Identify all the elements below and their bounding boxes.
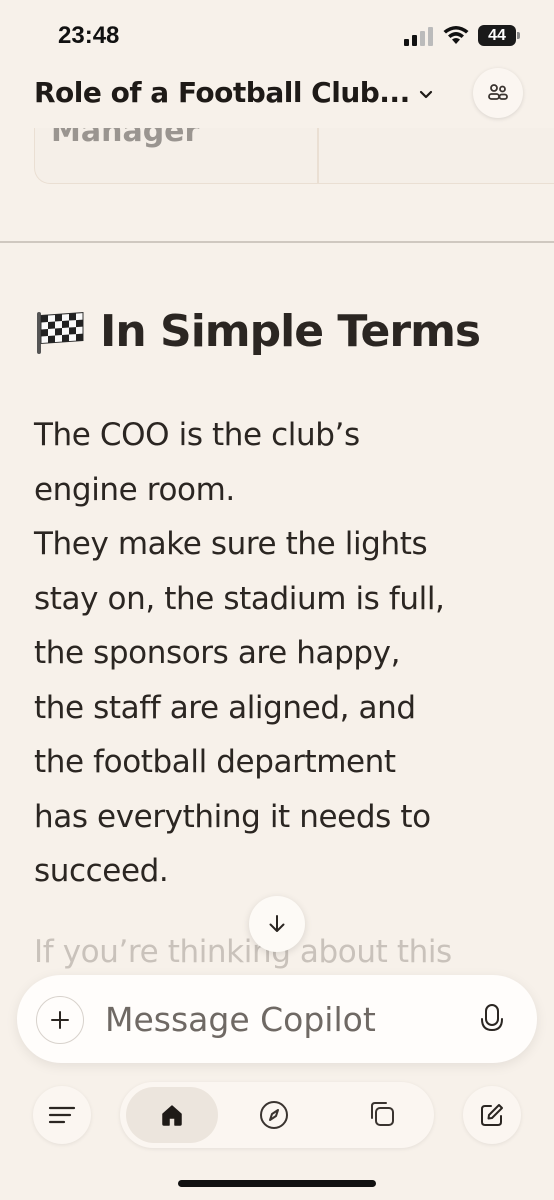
bottom-navigation: [0, 1080, 554, 1152]
menu-icon: [48, 1106, 76, 1124]
arrow-down-icon: [269, 915, 285, 932]
message-composer: [17, 975, 537, 1063]
paragraph-line: the football department: [34, 744, 396, 780]
paragraph-line: has everything it needs to: [34, 798, 431, 835]
section-title: In Simple Terms: [100, 306, 481, 357]
status-time: 23:48: [58, 22, 120, 49]
card-label: Manager: [51, 128, 200, 149]
home-icon: [162, 1105, 182, 1126]
new-chat-button[interactable]: [463, 1086, 521, 1144]
tab-home[interactable]: [126, 1087, 218, 1143]
compose-icon: [481, 1104, 503, 1126]
battery-indicator: 44: [478, 25, 520, 46]
nav-tab-group: [120, 1082, 434, 1148]
people-icon: [488, 84, 508, 100]
section-divider: [0, 241, 554, 243]
paragraph-line: They make sure the lights: [34, 526, 428, 562]
checkered-flag-icon: [37, 311, 84, 354]
compass-icon[interactable]: [258, 1099, 290, 1131]
card-divider: [317, 128, 319, 183]
menu-button[interactable]: [33, 1086, 91, 1144]
paragraph-line: The COO is the club’s: [34, 417, 360, 453]
plus-icon: [51, 1011, 69, 1029]
cellular-signal-icon: [404, 27, 433, 46]
microphone-icon[interactable]: [477, 1003, 507, 1035]
home-indicator: [178, 1180, 376, 1187]
scroll-to-bottom-button[interactable]: [249, 896, 305, 952]
chevron-down-icon[interactable]: [418, 86, 434, 102]
conversation-title[interactable]: Role of a Football Club...: [34, 76, 414, 109]
faded-line: If you’re thinking about this: [34, 934, 452, 970]
paragraph-line: stay on, the stadium is full,: [34, 580, 445, 617]
paragraph-line: succeed.: [34, 853, 169, 889]
response-paragraph: The COO is the club’s engine room. They …: [34, 408, 514, 899]
paragraph-line: engine room.: [34, 471, 235, 508]
add-attachment-button[interactable]: [36, 996, 84, 1044]
paragraph-line: the sponsors are happy,: [34, 635, 401, 671]
status-bar: 23:48 44: [0, 0, 554, 72]
section-heading: In Simple Terms: [34, 306, 481, 357]
pages-icon[interactable]: [366, 1098, 398, 1130]
wifi-icon: [443, 26, 469, 44]
message-input[interactable]: [105, 995, 455, 1043]
chat-header: Role of a Football Club...: [0, 64, 554, 128]
paragraph-line: the staff are aligned, and: [34, 689, 416, 726]
participants-button[interactable]: [473, 68, 523, 118]
scrolled-card: Manager: [34, 128, 554, 184]
